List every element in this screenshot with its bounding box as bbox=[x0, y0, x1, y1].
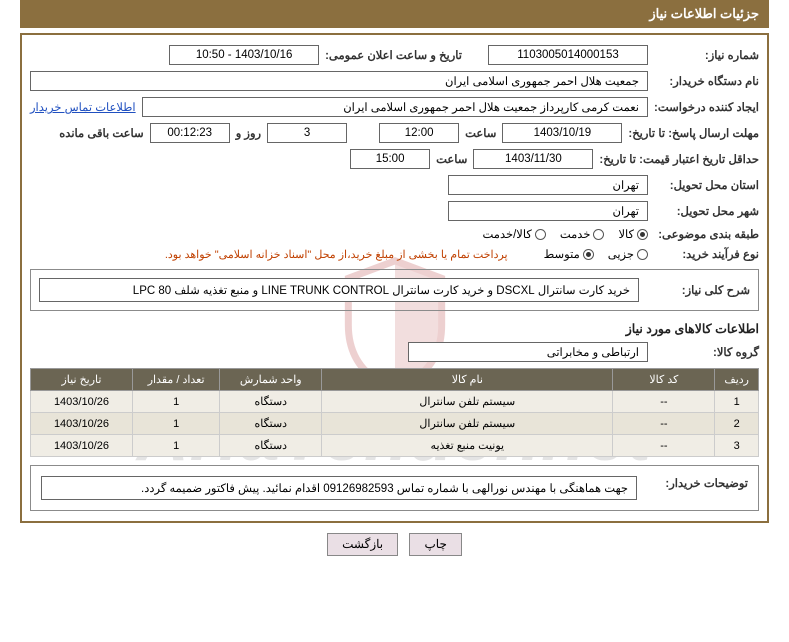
radio-icon bbox=[637, 229, 648, 240]
table-header: ردیف bbox=[715, 369, 759, 391]
radio-icon bbox=[535, 229, 546, 240]
subject-radio-group: کالا خدمت کالا/خدمت bbox=[483, 227, 649, 241]
table-header: کد کالا bbox=[613, 369, 715, 391]
radio-label: کالا/خدمت bbox=[483, 227, 532, 241]
table-cell: دستگاه bbox=[220, 413, 322, 435]
payment-note: پرداخت تمام یا بخشی از مبلغ خرید،از محل … bbox=[165, 248, 508, 261]
table-cell: دستگاه bbox=[220, 435, 322, 457]
days-and-label: روز و bbox=[236, 126, 261, 140]
quote-date-value: 1403/11/30 bbox=[473, 149, 593, 169]
table-cell: 1403/10/26 bbox=[31, 391, 133, 413]
announce-dt-label: تاریخ و ساعت اعلان عمومی: bbox=[325, 48, 462, 62]
radio-icon bbox=[593, 229, 604, 240]
table-cell: 1403/10/26 bbox=[31, 435, 133, 457]
table-header: تعداد / مقدار bbox=[132, 369, 219, 391]
table-header: تاریخ نیاز bbox=[31, 369, 133, 391]
page-title: جزئیات اطلاعات نیاز bbox=[20, 0, 769, 28]
province-value: تهران bbox=[448, 175, 648, 195]
goods-table: ردیفکد کالانام کالاواحد شمارشتعداد / مقد… bbox=[30, 368, 759, 457]
quote-validity-label: حداقل تاریخ اعتبار قیمت: تا تاریخ: bbox=[599, 152, 759, 166]
buyer-org-value: جمعیت هلال احمر جمهوری اسلامی ایران bbox=[30, 71, 648, 91]
table-cell: 1 bbox=[132, 435, 219, 457]
subject-class-label: طبقه بندی موضوعی: bbox=[654, 227, 759, 241]
process-type-label: نوع فرآیند خرید: bbox=[654, 247, 759, 261]
announce-dt-value: 1403/10/16 - 10:50 bbox=[169, 45, 319, 65]
back-button[interactable]: بازگشت bbox=[327, 533, 398, 556]
province-label: استان محل تحویل: bbox=[654, 178, 759, 192]
table-row: 3--یونیت منبع تغذیهدستگاه11403/10/26 bbox=[31, 435, 759, 457]
quote-time-value: 15:00 bbox=[350, 149, 430, 169]
table-cell: 3 bbox=[715, 435, 759, 457]
response-time-value: 12:00 bbox=[379, 123, 459, 143]
days-remaining-value: 3 bbox=[267, 123, 347, 143]
print-button[interactable]: چاپ bbox=[409, 533, 461, 556]
time-label-2: ساعت bbox=[436, 152, 467, 166]
radio-label: متوسط bbox=[544, 247, 580, 261]
table-cell: 1 bbox=[132, 391, 219, 413]
buyer-notes-value: جهت هماهنگی با مهندس نورالهی با شماره تم… bbox=[41, 476, 637, 500]
table-row: 2--سیستم تلفن سانترالدستگاه11403/10/26 bbox=[31, 413, 759, 435]
counter-value: 00:12:23 bbox=[150, 123, 230, 143]
city-label: شهر محل تحویل: bbox=[654, 204, 759, 218]
radio-option[interactable]: کالا bbox=[618, 227, 648, 241]
radio-label: خدمت bbox=[560, 227, 591, 241]
response-date-value: 1403/10/19 bbox=[502, 123, 622, 143]
radio-option[interactable]: کالا/خدمت bbox=[483, 227, 546, 241]
table-cell: -- bbox=[613, 413, 715, 435]
radio-label: کالا bbox=[618, 227, 634, 241]
buyer-notes-label: توضیحات خریدار: bbox=[643, 476, 748, 490]
table-cell: 1 bbox=[132, 413, 219, 435]
need-no-value: 1103005014000153 bbox=[488, 45, 648, 65]
table-cell: -- bbox=[613, 435, 715, 457]
city-value: تهران bbox=[448, 201, 648, 221]
goods-group-label: گروه کالا: bbox=[654, 345, 759, 359]
time-label-1: ساعت bbox=[465, 126, 496, 140]
buyer-contact-link[interactable]: اطلاعات تماس خریدار bbox=[30, 100, 136, 114]
need-summary-label: شرح کلی نیاز: bbox=[645, 283, 750, 297]
table-cell: یونیت منبع تغذیه bbox=[322, 435, 613, 457]
response-deadline-label: مهلت ارسال پاسخ: تا تاریخ: bbox=[628, 126, 759, 140]
radio-icon bbox=[637, 249, 648, 260]
table-header: واحد شمارش bbox=[220, 369, 322, 391]
time-remaining-label: ساعت باقی مانده bbox=[59, 126, 143, 140]
table-cell: 1403/10/26 bbox=[31, 413, 133, 435]
table-header: نام کالا bbox=[322, 369, 613, 391]
table-cell: 1 bbox=[715, 391, 759, 413]
table-cell: -- bbox=[613, 391, 715, 413]
goods-info-title: اطلاعات کالاهای مورد نیاز bbox=[30, 321, 759, 336]
need-summary-value: خرید کارت سانترال DSCXL و خرید کارت سانت… bbox=[39, 278, 639, 302]
radio-option[interactable]: جزیی bbox=[608, 247, 648, 261]
table-cell: 2 bbox=[715, 413, 759, 435]
radio-label: جزیی bbox=[608, 247, 634, 261]
requester-label: ایجاد کننده درخواست: bbox=[654, 100, 759, 114]
table-row: 1--سیستم تلفن سانترالدستگاه11403/10/26 bbox=[31, 391, 759, 413]
goods-group-value: ارتباطی و مخابراتی bbox=[408, 342, 648, 362]
radio-option[interactable]: متوسط bbox=[544, 247, 594, 261]
process-radio-group: جزیی متوسط bbox=[544, 247, 648, 261]
requester-value: نعمت کرمی کارپرداز جمعیت هلال احمر جمهور… bbox=[142, 97, 648, 117]
table-cell: سیستم تلفن سانترال bbox=[322, 413, 613, 435]
buyer-org-label: نام دستگاه خریدار: bbox=[654, 74, 759, 88]
need-no-label: شماره نیاز: bbox=[654, 48, 759, 62]
table-cell: دستگاه bbox=[220, 391, 322, 413]
radio-icon bbox=[583, 249, 594, 260]
radio-option[interactable]: خدمت bbox=[560, 227, 605, 241]
table-cell: سیستم تلفن سانترال bbox=[322, 391, 613, 413]
